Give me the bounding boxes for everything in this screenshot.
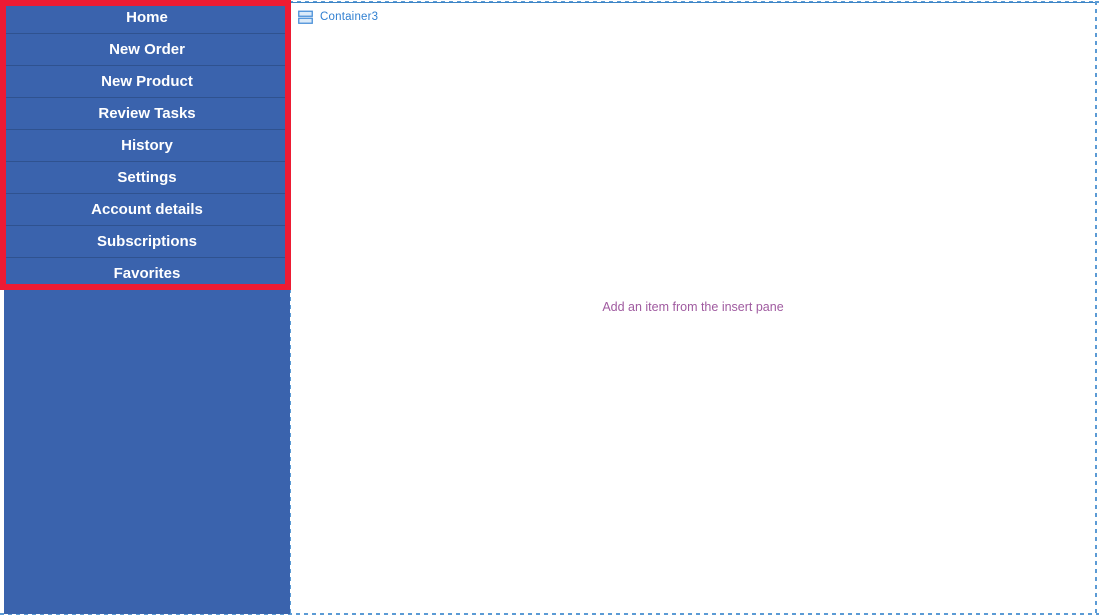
sidebar: Home New Order New Product Review Tasks … [4, 2, 290, 614]
empty-state-message: Add an item from the insert pane [602, 300, 784, 314]
sidebar-item-home[interactable]: Home [4, 2, 290, 34]
design-surface: Home New Order New Product Review Tasks … [0, 0, 1099, 616]
empty-state: Add an item from the insert pane [291, 3, 1095, 613]
sidebar-menu: Home New Order New Product Review Tasks … [4, 2, 290, 290]
container-label[interactable]: Container3 [298, 8, 378, 26]
container-canvas[interactable]: Container3 Add an item from the insert p… [291, 3, 1095, 613]
sidebar-item-new-order[interactable]: New Order [4, 34, 290, 66]
sidebar-item-review-tasks[interactable]: Review Tasks [4, 98, 290, 130]
sidebar-item-settings[interactable]: Settings [4, 162, 290, 194]
sidebar-item-favorites[interactable]: Favorites [4, 258, 290, 290]
sidebar-item-new-product[interactable]: New Product [4, 66, 290, 98]
container-name-text: Container3 [320, 11, 379, 23]
canvas-border-right [1095, 1, 1097, 615]
sidebar-item-subscriptions[interactable]: Subscriptions [4, 226, 290, 258]
stacked-container-icon [298, 10, 313, 24]
sidebar-item-account-details[interactable]: Account details [4, 194, 290, 226]
sidebar-item-history[interactable]: History [4, 130, 290, 162]
